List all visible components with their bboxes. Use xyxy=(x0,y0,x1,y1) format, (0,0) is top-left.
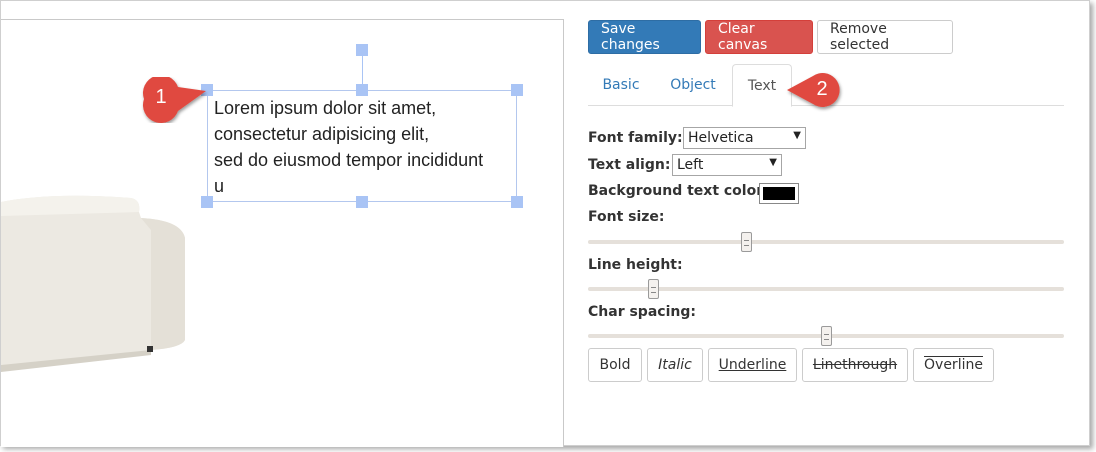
callout-number: 1 xyxy=(155,86,167,108)
dropdown-arrow-icon: ▼ xyxy=(793,130,801,141)
line-height-label: Line height: xyxy=(588,257,683,273)
bg-text-color-picker[interactable] xyxy=(759,183,799,204)
italic-label: Italic xyxy=(658,357,692,373)
linethrough-label: Linethrough xyxy=(812,357,898,373)
char-spacing-slider[interactable] xyxy=(588,326,1064,346)
text-align-value: Left xyxy=(677,157,704,173)
callout-marker-2: 2 xyxy=(785,70,851,112)
font-family-value: Helvetica xyxy=(688,130,754,146)
font-size-slider[interactable] xyxy=(588,232,1064,252)
line-height-slider[interactable] xyxy=(588,279,1064,299)
font-family-select[interactable]: Helvetica ▼ xyxy=(683,127,806,149)
overline-button[interactable]: Overline xyxy=(913,348,994,382)
color-swatch-fill xyxy=(763,187,795,200)
drawing-canvas[interactable]: Lorem ipsum dolor sit amet, consectetur … xyxy=(1,19,564,447)
bold-button[interactable]: Bold xyxy=(588,348,642,382)
bold-label: Bold xyxy=(599,357,631,373)
dropdown-arrow-icon: ▼ xyxy=(769,157,777,168)
font-size-slider-thumb[interactable] xyxy=(741,232,752,252)
underline-label: Underline xyxy=(718,357,787,373)
overline-label: Overline xyxy=(924,357,983,373)
toolbar: Save changes Clear canvas Remove selecte… xyxy=(588,20,953,54)
resize-handle-bm[interactable] xyxy=(356,196,368,208)
rotate-handle[interactable] xyxy=(356,44,368,56)
tab-basic[interactable]: Basic xyxy=(588,64,654,106)
text-align-label: Text align: xyxy=(588,157,671,173)
tab-object[interactable]: Object xyxy=(658,64,728,106)
textbox-line: consectetur adipisicing elit, xyxy=(214,124,430,144)
callout-number: 2 xyxy=(816,78,828,100)
underline-button[interactable]: Underline xyxy=(708,348,797,382)
resize-handle-tr[interactable] xyxy=(511,84,523,96)
textbox-line: Lorem ipsum dolor sit amet, xyxy=(214,98,437,118)
clear-canvas-button[interactable]: Clear canvas xyxy=(705,20,813,54)
remove-selected-button[interactable]: Remove selected xyxy=(817,20,953,54)
char-spacing-label: Char spacing: xyxy=(588,304,696,320)
line-height-slider-thumb[interactable] xyxy=(648,279,659,299)
text-format-buttons: Bold Italic Underline Linethrough Overli… xyxy=(588,348,994,382)
selected-textbox[interactable]: Lorem ipsum dolor sit amet, consectetur … xyxy=(207,90,517,202)
callout-marker-1: 1 xyxy=(140,74,212,124)
resize-handle-bl[interactable] xyxy=(201,196,213,208)
font-family-label: Font family: xyxy=(588,130,683,146)
textbox-content[interactable]: Lorem ipsum dolor sit amet, consectetur … xyxy=(214,95,524,199)
text-align-select[interactable]: Left ▼ xyxy=(672,154,782,176)
italic-button[interactable]: Italic xyxy=(647,348,703,382)
save-button[interactable]: Save changes xyxy=(588,20,701,54)
resize-handle-tm[interactable] xyxy=(356,84,368,96)
settings-panel: Save changes Clear canvas Remove selecte… xyxy=(588,1,1064,447)
app-frame: Lorem ipsum dolor sit amet, consectetur … xyxy=(0,0,1090,447)
textbox-line: sed do eiusmod tempor incididunt xyxy=(214,150,484,170)
sofa-image[interactable] xyxy=(1,190,186,380)
linethrough-button[interactable]: Linethrough xyxy=(802,348,908,382)
resize-handle-br[interactable] xyxy=(511,196,523,208)
tab-text[interactable]: Text xyxy=(732,64,792,107)
char-spacing-slider-thumb[interactable] xyxy=(821,326,832,346)
bg-text-color-label: Background text color: xyxy=(588,183,769,199)
font-size-label: Font size: xyxy=(588,209,665,225)
textbox-line: u xyxy=(214,176,225,196)
